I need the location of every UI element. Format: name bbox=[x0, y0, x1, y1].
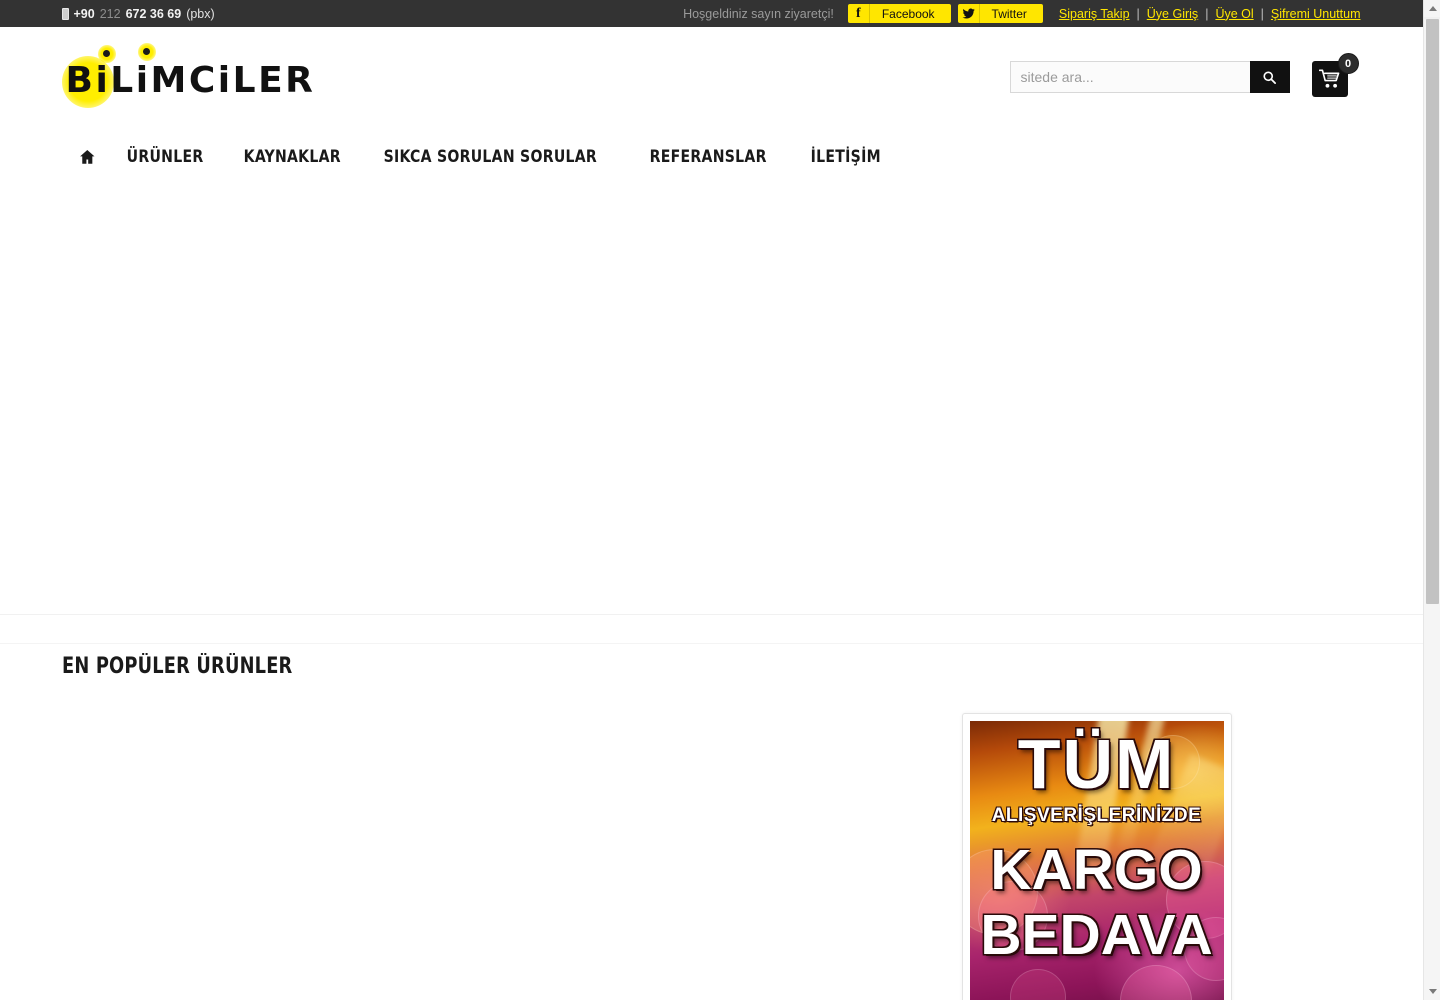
nav-item-sikca-sorulan-sorular[interactable]: SIKCA SORULAN SORULAR bbox=[368, 130, 613, 184]
promo-line-2: ALIŞVERİŞLERİNİZDE bbox=[991, 805, 1202, 826]
promo-line-1: TÜM bbox=[1017, 725, 1176, 803]
twitter-label: Twitter bbox=[991, 6, 1027, 21]
mobile-phone-icon bbox=[61, 7, 69, 20]
site-search bbox=[1009, 61, 1290, 93]
top-utility-bar: +90 212 672 36 69 (pbx) Hoşgeldiniz sayı… bbox=[0, 0, 1423, 27]
twitter-icon bbox=[958, 4, 980, 23]
nav-item-referanslar[interactable]: REFERANSLAR bbox=[634, 130, 782, 184]
top-links: Sipariş Takip | Üye Giriş | Üye Ol | Şif… bbox=[1058, 7, 1362, 21]
link-separator: | bbox=[1205, 6, 1209, 21]
nav-item-kaynaklar[interactable]: KAYNAKLAR bbox=[228, 130, 357, 184]
promo-line-4: BEDAVA bbox=[980, 903, 1213, 967]
twitter-button[interactable]: Twitter bbox=[957, 4, 1043, 23]
phone-local-number: 672 36 69 bbox=[125, 6, 182, 21]
link-uye-ol[interactable]: Üye Ol bbox=[1214, 7, 1254, 21]
phone-country-code: +90 bbox=[73, 6, 95, 21]
logo-dot-core-2 bbox=[142, 48, 150, 55]
facebook-button[interactable]: f Facebook bbox=[847, 4, 951, 23]
search-icon bbox=[1263, 70, 1276, 84]
link-separator: | bbox=[1260, 6, 1264, 21]
link-uye-giris[interactable]: Üye Giriş bbox=[1146, 7, 1199, 21]
logo-dot-core-1 bbox=[102, 50, 110, 57]
home-icon bbox=[79, 149, 94, 164]
promo-banner-free-shipping[interactable]: TÜM ALIŞVERİŞLERİNİZDE KARGO BEDAVA bbox=[961, 713, 1232, 1000]
page-title: EN POPÜLER ÜRÜNLER bbox=[61, 654, 292, 679]
search-input[interactable] bbox=[1009, 61, 1250, 93]
browser-viewport: +90 212 672 36 69 (pbx) Hoşgeldiniz sayı… bbox=[0, 0, 1423, 1000]
phone-suffix: (pbx) bbox=[186, 6, 215, 21]
scrollbar-thumb[interactable] bbox=[1426, 19, 1439, 604]
promo-text-group: TÜM ALIŞVERİŞLERİNİZDE KARGO BEDAVA bbox=[970, 721, 1224, 1000]
scrollbar-down-arrow[interactable] bbox=[1424, 983, 1440, 1000]
shopping-cart-icon bbox=[1318, 69, 1339, 88]
logo-text: BiLiMCiLER bbox=[65, 60, 316, 101]
promo-banner-image: TÜM ALIŞVERİŞLERİNİZDE KARGO BEDAVA bbox=[969, 721, 1224, 1000]
link-siparis-takip[interactable]: Sipariş Takip bbox=[1058, 7, 1131, 21]
welcome-message: Hoşgeldiniz sayın ziyaretçi! bbox=[683, 6, 834, 21]
section-divider-top bbox=[0, 614, 1423, 615]
site-logo[interactable]: BiLiMCiLER bbox=[61, 39, 332, 108]
phone-number: +90 212 672 36 69 (pbx) bbox=[61, 0, 215, 27]
link-sifremi-unuttum[interactable]: Şifremi Unuttum bbox=[1270, 7, 1362, 21]
site-header: BiLiMCiLER sitede ara... 0 bbox=[0, 27, 1423, 130]
scrollbar-up-arrow[interactable] bbox=[1424, 0, 1440, 17]
sidebar-item-home[interactable] bbox=[62, 130, 107, 184]
link-separator: | bbox=[1136, 6, 1140, 21]
cart-count-badge: 0 bbox=[1337, 53, 1359, 74]
browser-scrollbar[interactable] bbox=[1423, 0, 1440, 1000]
page-root: +90 212 672 36 69 (pbx) Hoşgeldiniz sayı… bbox=[0, 0, 1440, 1000]
popular-products-section: EN POPÜLER ÜRÜNLER TÜM ALIŞVERİŞLERİNİZD… bbox=[0, 644, 1423, 1000]
main-navigation: ÜRÜNLER KAYNAKLAR SIKCA SORULAN SORULAR … bbox=[0, 130, 1423, 184]
nav-item-urunler[interactable]: ÜRÜNLER bbox=[111, 130, 219, 184]
search-button[interactable] bbox=[1249, 61, 1290, 93]
nav-item-iletisim[interactable]: İLETİŞİM bbox=[795, 130, 897, 184]
promo-line-3: KARGO bbox=[990, 838, 1203, 902]
facebook-icon: f bbox=[848, 4, 870, 23]
top-right-group: Hoşgeldiniz sayın ziyaretçi! f Facebook … bbox=[683, 0, 1361, 27]
hero-slider[interactable] bbox=[0, 184, 1423, 614]
cart-button[interactable]: 0 bbox=[1311, 53, 1359, 99]
facebook-label: Facebook bbox=[881, 6, 935, 21]
phone-area-code: 212 bbox=[99, 6, 121, 21]
